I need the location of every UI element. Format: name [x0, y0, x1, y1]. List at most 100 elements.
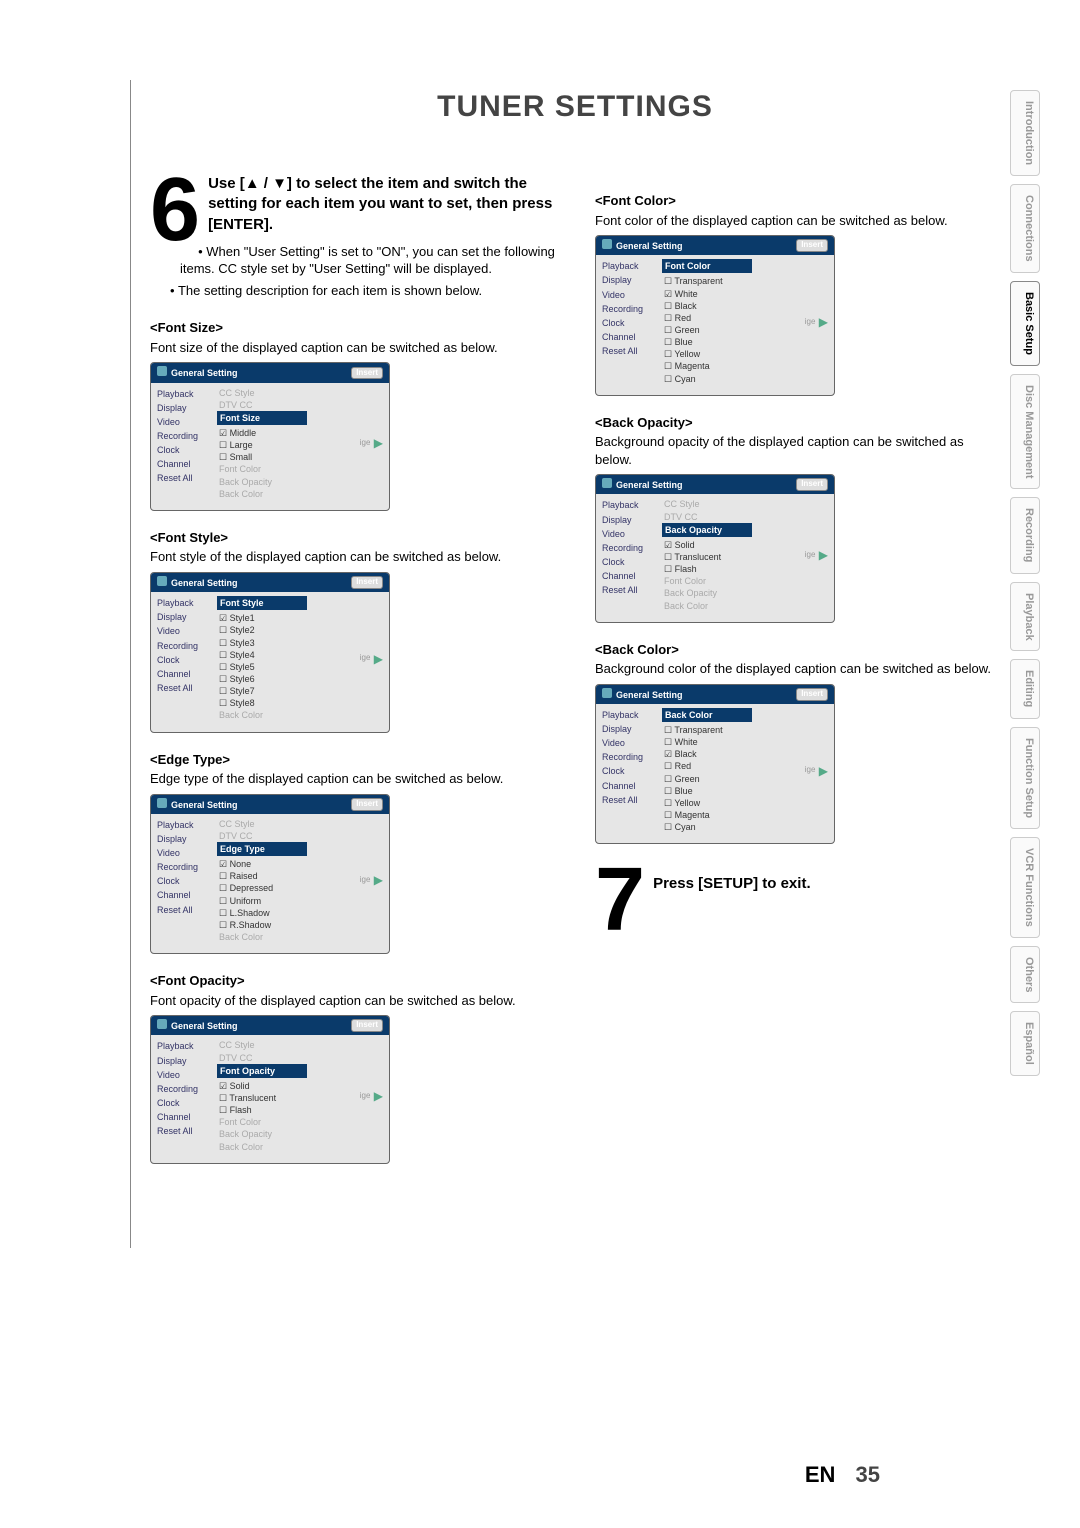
osd-left-item: Video — [157, 846, 211, 860]
osd-titlebar: General Setting Insert — [151, 363, 389, 382]
insert-badge: Insert — [796, 239, 828, 252]
gear-icon — [602, 239, 612, 249]
osd-context: Back Opacity — [217, 1128, 307, 1140]
osd-option: Magenta — [662, 360, 752, 372]
osd-option: Flash — [662, 563, 752, 575]
osd-left-item: Playback — [602, 259, 656, 273]
left-column: 6 Use [▲ / ▼] to select the item and swi… — [150, 174, 555, 1178]
osd-body: PlaybackDisplayVideoRecordingClockChanne… — [596, 704, 834, 843]
side-tab[interactable]: Disc Management — [1010, 374, 1040, 490]
side-tab[interactable]: Recording — [1010, 497, 1040, 573]
gear-icon — [602, 478, 612, 488]
page-lang: EN — [805, 1462, 836, 1487]
osd-left-item: Recording — [157, 860, 211, 874]
gear-icon — [157, 798, 167, 808]
osd-options: Back Color TransparentWhiteBlackRedGreen… — [662, 708, 752, 833]
osd-left-item: Display — [157, 1054, 211, 1068]
osd-left-item: Clock — [602, 555, 656, 569]
osd-body: PlaybackDisplayVideoRecordingClockChanne… — [151, 814, 389, 953]
osd-left-item: Reset All — [602, 344, 656, 358]
osd-left-item: Clock — [157, 874, 211, 888]
side-tab[interactable]: Playback — [1010, 582, 1040, 652]
osd-options: Font Color TransparentWhiteBlackRedGreen… — [662, 259, 752, 384]
gear-icon — [602, 688, 612, 698]
play-arrow-icon: ▶ — [374, 651, 383, 667]
section-desc: Background opacity of the displayed capt… — [595, 433, 1000, 468]
osd-left-item: Display — [157, 832, 211, 846]
insert-badge: Insert — [796, 478, 828, 491]
osd-screenshot-back_opacity: General Setting Insert PlaybackDisplayVi… — [595, 474, 835, 622]
osd-option: L.Shadow — [217, 907, 307, 919]
side-tab[interactable]: Editing — [1010, 659, 1040, 718]
play-arrow-icon: ▶ — [374, 1088, 383, 1104]
osd-context: Back Opacity — [662, 587, 752, 599]
section-heading: <Font Color> — [595, 192, 1000, 210]
osd-left-item: Playback — [602, 498, 656, 512]
osd-left-item: Channel — [157, 888, 211, 902]
side-tab[interactable]: VCR Functions — [1010, 837, 1040, 938]
osd-context: DTV CC — [217, 1052, 307, 1064]
osd-left-item: Video — [602, 527, 656, 541]
osd-option: Blue — [662, 785, 752, 797]
osd-left-item: Clock — [602, 316, 656, 330]
section-font_opacity: <Font Opacity>Font opacity of the displa… — [150, 972, 555, 1164]
osd-left-item: Recording — [157, 639, 211, 653]
osd-context: CC Style — [217, 818, 307, 830]
section-heading: <Back Opacity> — [595, 414, 1000, 432]
osd-context: CC Style — [217, 1039, 307, 1051]
osd-left-item: Display — [157, 610, 211, 624]
osd-option: Style2 — [217, 624, 307, 636]
osd-option: Style8 — [217, 697, 307, 709]
osd-options: CC StyleDTV CC Back Opacity SolidTranslu… — [662, 498, 752, 611]
section-desc: Font color of the displayed caption can … — [595, 212, 1000, 230]
osd-left-item: Channel — [602, 779, 656, 793]
section-font_size: <Font Size> Font size of the displayed ca… — [150, 319, 555, 511]
osd-trail: ige — [360, 438, 371, 449]
osd-arrow-area: ige ▶ — [758, 498, 828, 611]
osd-left-item: Playback — [157, 1039, 211, 1053]
osd-option: White — [662, 288, 752, 300]
section-heading: <Font Size> — [150, 319, 555, 337]
osd-left-item: Clock — [602, 764, 656, 778]
osd-left-menu: PlaybackDisplayVideoRecordingClockChanne… — [157, 596, 211, 721]
side-tab[interactable]: Connections — [1010, 184, 1040, 273]
osd-screenshot-edge_type: General Setting Insert PlaybackDisplayVi… — [150, 794, 390, 955]
osd-left-menu: PlaybackDisplayVideoRecordingClockChanne… — [157, 387, 211, 500]
osd-options: Font Style Style1Style2Style3Style4Style… — [217, 596, 307, 721]
osd-titlebar: General Setting Insert — [151, 1016, 389, 1035]
osd-trail: ige — [805, 765, 816, 776]
step-number-7: 7 — [595, 864, 645, 936]
osd-left-item: Clock — [157, 653, 211, 667]
osd-option: Raised — [217, 870, 307, 882]
side-tab[interactable]: Introduction — [1010, 90, 1040, 176]
section-back_opacity: <Back Opacity>Background opacity of the … — [595, 414, 1000, 623]
osd-option: Solid — [217, 1080, 307, 1092]
side-tab[interactable]: Function Setup — [1010, 727, 1040, 829]
osd-left-item: Playback — [157, 818, 211, 832]
osd-context: CC Style — [217, 387, 307, 399]
osd-options: CC StyleDTV CC Edge Type NoneRaisedDepre… — [217, 818, 307, 943]
section-desc: Font size of the displayed caption can b… — [150, 339, 555, 357]
osd-context: Back Opacity — [217, 476, 307, 488]
play-arrow-icon: ▶ — [819, 314, 828, 330]
osd-left-item: Display — [602, 513, 656, 527]
section-desc: Font style of the displayed caption can … — [150, 548, 555, 566]
osd-left-item: Playback — [602, 708, 656, 722]
osd-left-menu: PlaybackDisplayVideoRecordingClockChanne… — [157, 818, 211, 943]
section-heading: <Back Color> — [595, 641, 1000, 659]
osd-option: Blue — [662, 336, 752, 348]
side-tab[interactable]: Basic Setup — [1010, 281, 1040, 366]
osd-option: R.Shadow — [217, 919, 307, 931]
osd-left-item: Reset All — [157, 471, 211, 485]
osd-titlebar: General Setting Insert — [151, 573, 389, 592]
side-tab[interactable]: Español — [1010, 1011, 1040, 1076]
section-desc: Edge type of the displayed caption can b… — [150, 770, 555, 788]
osd-option: Translucent — [662, 551, 752, 563]
side-tab[interactable]: Others — [1010, 946, 1040, 1003]
osd-titlebar: General Setting Insert — [596, 475, 834, 494]
osd-option: Green — [662, 773, 752, 785]
osd-option: None — [217, 858, 307, 870]
osd-left-item: Recording — [602, 750, 656, 764]
osd-option-header: Back Color — [662, 708, 752, 722]
osd-arrow-area: ige ▶ — [313, 387, 383, 500]
